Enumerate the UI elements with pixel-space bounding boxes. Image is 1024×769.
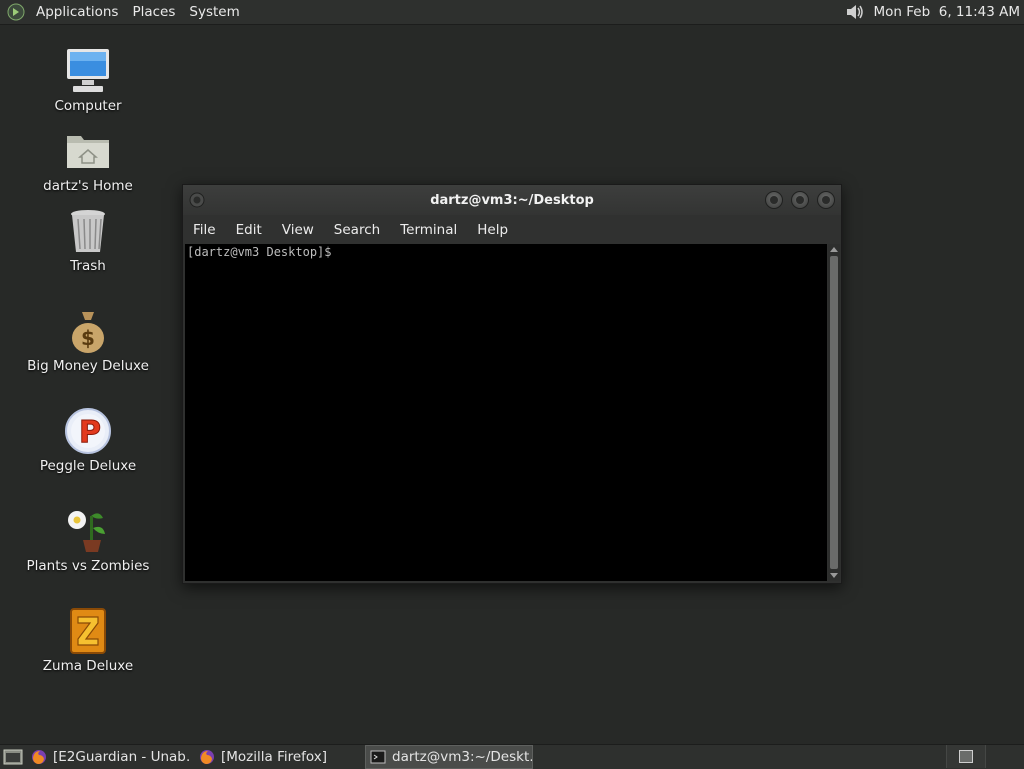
shell-prompt: [dartz@vm3 Desktop]$: [187, 245, 332, 259]
window-menu-icon[interactable]: [189, 192, 205, 208]
money-bag-icon: $: [63, 306, 113, 356]
firefox-icon: [31, 749, 47, 765]
taskbar-item-firefox[interactable]: [Mozilla Firefox]: [195, 746, 355, 768]
applications-menu[interactable]: Applications: [29, 4, 125, 20]
scrollbar-thumb[interactable]: [830, 256, 838, 569]
computer-icon: [63, 46, 113, 96]
volume-icon[interactable]: [844, 2, 866, 22]
workspace-2[interactable]: [985, 745, 1024, 768]
maximize-button[interactable]: [791, 191, 809, 209]
clock[interactable]: Mon Feb 6, 11:43 AM: [868, 4, 1024, 20]
terminal-titlebar[interactable]: dartz@vm3:~/Desktop: [183, 185, 841, 215]
top-panel: Applications Places System Mon Feb 6, 11…: [0, 0, 1024, 25]
taskbar-item-terminal[interactable]: dartz@vm3:~/Deskt…: [365, 745, 533, 769]
desktop-icon-peggle[interactable]: P Peggle Deluxe: [13, 406, 163, 474]
desktop-icon-home[interactable]: dartz's Home: [13, 126, 163, 194]
desktop-icon-computer[interactable]: Computer: [13, 46, 163, 114]
desktop-icon-trash[interactable]: Trash: [13, 206, 163, 274]
desktop-icon-plants[interactable]: Plants vs Zombies: [13, 506, 163, 574]
workspace-window-icon: [959, 750, 973, 763]
system-menu[interactable]: System: [182, 4, 246, 20]
plants-icon: [63, 506, 113, 556]
terminal-window[interactable]: dartz@vm3:~/Desktop File Edit View Searc…: [182, 184, 842, 584]
task-label: dartz@vm3:~/Deskt…: [392, 749, 533, 765]
desktop-icon-label: Computer: [54, 98, 121, 114]
bottom-panel: [E2Guardian - Unab… [Mozilla Firefox] da…: [0, 744, 1024, 769]
svg-text:$: $: [81, 326, 95, 350]
scroll-up-arrow-icon[interactable]: [830, 247, 838, 252]
menu-search[interactable]: Search: [324, 222, 390, 238]
workspace-switcher: [946, 745, 1024, 769]
task-label: [E2Guardian - Unab…: [53, 749, 191, 765]
places-menu[interactable]: Places: [125, 4, 182, 20]
menu-file[interactable]: File: [183, 222, 226, 238]
desktop-icon-zuma[interactable]: Zuma Deluxe: [13, 606, 163, 674]
terminal-scrollbar[interactable]: [828, 244, 840, 581]
zuma-icon: [63, 606, 113, 656]
close-button[interactable]: [817, 191, 835, 209]
trash-icon: [63, 206, 113, 256]
terminal-icon: [370, 749, 386, 765]
desktop-icon-label: Trash: [70, 258, 106, 274]
terminal-title: dartz@vm3:~/Desktop: [430, 193, 594, 208]
desktop-icon-label: Big Money Deluxe: [27, 358, 149, 374]
workspace-1[interactable]: [946, 745, 985, 768]
taskbar-item-e2guardian[interactable]: [E2Guardian - Unab…: [27, 746, 191, 768]
menu-view[interactable]: View: [272, 222, 324, 238]
menu-help[interactable]: Help: [467, 222, 518, 238]
desktop-icon-label: Plants vs Zombies: [27, 558, 150, 574]
menu-edit[interactable]: Edit: [226, 222, 272, 238]
firefox-icon: [199, 749, 215, 765]
menu-terminal[interactable]: Terminal: [390, 222, 467, 238]
show-desktop-icon[interactable]: [3, 748, 23, 766]
minimize-button[interactable]: [765, 191, 783, 209]
desktop-icon-label: dartz's Home: [43, 178, 133, 194]
gnome-foot-logo-icon[interactable]: [7, 3, 25, 21]
home-folder-icon: [63, 126, 113, 176]
terminal-screen[interactable]: [dartz@vm3 Desktop]$: [185, 244, 827, 581]
desktop-icon-label: Zuma Deluxe: [43, 658, 133, 674]
svg-text:P: P: [79, 415, 101, 450]
terminal-menubar: File Edit View Search Terminal Help: [183, 215, 841, 244]
task-label: [Mozilla Firefox]: [221, 749, 327, 765]
scroll-down-arrow-icon[interactable]: [830, 573, 838, 578]
desktop-icon-label: Peggle Deluxe: [40, 458, 136, 474]
peggle-icon: P: [63, 406, 113, 456]
desktop-icon-big-money[interactable]: $ Big Money Deluxe: [13, 306, 163, 374]
